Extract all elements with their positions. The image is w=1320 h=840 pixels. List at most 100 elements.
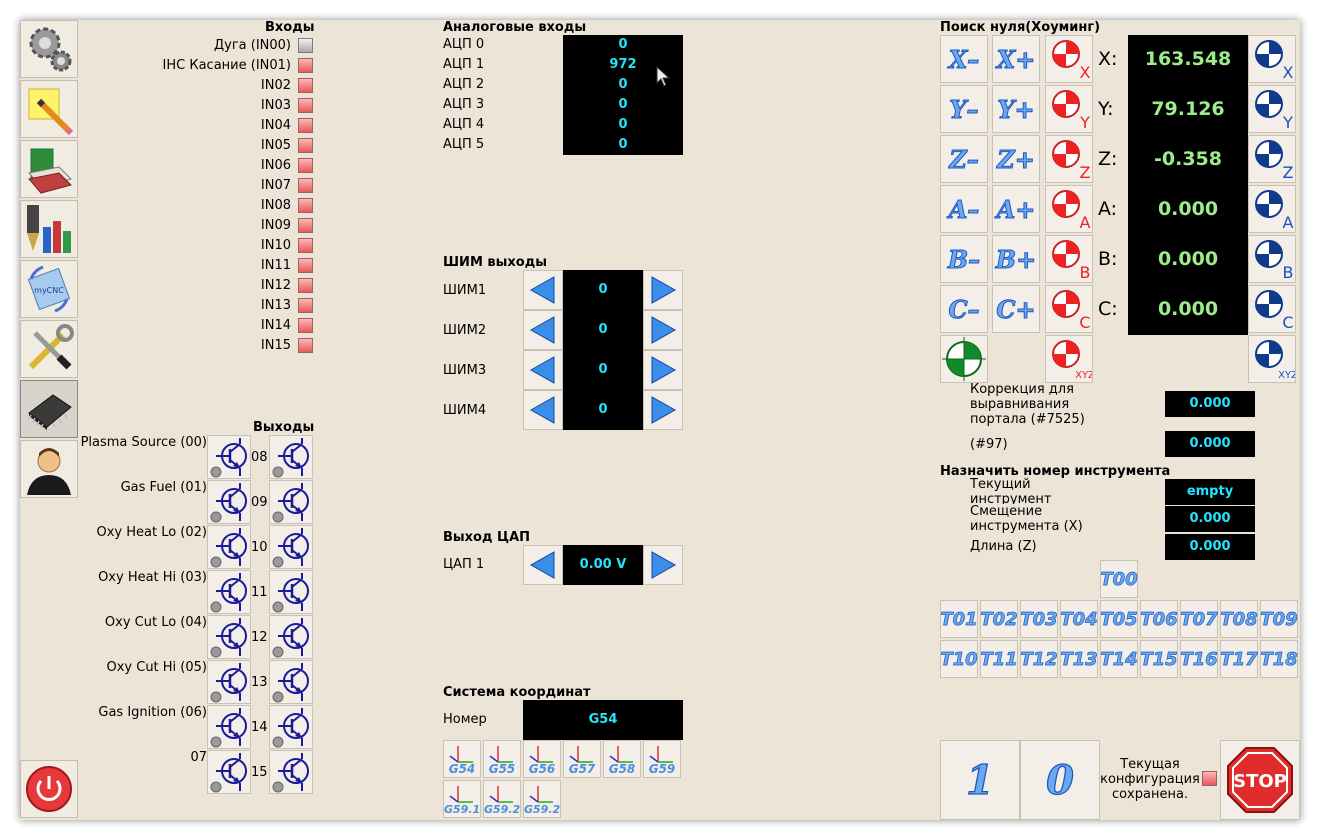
- pwm-increase-button[interactable]: [643, 310, 683, 350]
- analog-value: 0: [618, 97, 628, 112]
- output-toggle-button[interactable]: [207, 705, 251, 749]
- jog-plus-button[interactable]: X+: [992, 35, 1040, 83]
- dac-increase-button[interactable]: [643, 545, 683, 585]
- pwm-label: ШИМ1: [443, 283, 487, 298]
- output-toggle-button[interactable]: [207, 615, 251, 659]
- tool-select-button[interactable]: T09: [1260, 600, 1298, 638]
- jog-minus-button[interactable]: B–: [940, 235, 988, 283]
- output-toggle-button[interactable]: [269, 525, 313, 569]
- jog-minus-button[interactable]: Y–: [940, 85, 988, 133]
- tool-select-button[interactable]: T05: [1100, 600, 1138, 638]
- pwm-decrease-button[interactable]: [523, 350, 563, 390]
- tool-select-button[interactable]: T08: [1220, 600, 1258, 638]
- output-toggle-button[interactable]: [207, 750, 251, 794]
- pwm-decrease-button[interactable]: [523, 310, 563, 350]
- zero-axis-button[interactable]: A: [1248, 185, 1296, 233]
- jog-minus-button[interactable]: A–: [940, 185, 988, 233]
- output-toggle-button[interactable]: [269, 615, 313, 659]
- tool-select-button[interactable]: T02: [980, 600, 1018, 638]
- output-toggle-button[interactable]: [207, 435, 251, 479]
- stop-button[interactable]: STOP: [1220, 740, 1300, 820]
- coord-system-button[interactable]: G59.1: [443, 780, 481, 818]
- tool-select-button[interactable]: T14: [1100, 640, 1138, 678]
- output-toggle-button[interactable]: [269, 480, 313, 524]
- output-toggle-button[interactable]: [269, 750, 313, 794]
- home-axis-button[interactable]: B: [1045, 235, 1093, 283]
- input-label: IN06: [260, 158, 291, 173]
- output-toggle-button[interactable]: [207, 660, 251, 704]
- user-button[interactable]: [20, 440, 78, 498]
- output-toggle-button[interactable]: [269, 435, 313, 479]
- home-all-button[interactable]: XYZ: [1045, 335, 1093, 383]
- transistor-icon: [272, 663, 309, 703]
- pwm-increase-button[interactable]: [643, 390, 683, 430]
- svg-text:C: C: [1282, 313, 1293, 332]
- tool-select-button[interactable]: T01: [940, 600, 978, 638]
- analog-value: 972: [609, 57, 637, 72]
- home-axis-button[interactable]: Z: [1045, 135, 1093, 183]
- output-toggle-button[interactable]: [269, 570, 313, 614]
- jog-plus-button[interactable]: Y+: [992, 85, 1040, 133]
- output-toggle-button[interactable]: [207, 570, 251, 614]
- output-toggle-button[interactable]: [207, 525, 251, 569]
- tool-select-button[interactable]: T07: [1180, 600, 1218, 638]
- power-button[interactable]: [20, 760, 78, 818]
- set-zero-blue-target-icon: Y: [1255, 90, 1293, 132]
- dac-decrease-button[interactable]: [523, 545, 563, 585]
- input-led: [298, 78, 313, 93]
- zero-axis-button[interactable]: Z: [1248, 135, 1296, 183]
- jog-plus-button[interactable]: Z+: [992, 135, 1040, 183]
- dro-axis-value: 0.000: [1157, 198, 1219, 220]
- coord-system-button[interactable]: G57: [563, 740, 601, 778]
- jog-plus-button[interactable]: B+: [992, 235, 1040, 283]
- jog-minus-button[interactable]: Z–: [940, 135, 988, 183]
- tool-select-button[interactable]: T10: [940, 640, 978, 678]
- tool-button-t00[interactable]: T00: [1100, 560, 1138, 598]
- coord-system-button[interactable]: G55: [483, 740, 521, 778]
- tool-select-button[interactable]: T15: [1140, 640, 1178, 678]
- coord-system-button[interactable]: G59: [643, 740, 681, 778]
- jog-plus-button[interactable]: C+: [992, 285, 1040, 333]
- chip-button[interactable]: [20, 380, 78, 438]
- go-home-button[interactable]: [940, 335, 988, 383]
- zero-axis-button[interactable]: Y: [1248, 85, 1296, 133]
- transistor-icon: [210, 708, 247, 748]
- output-toggle-button[interactable]: [207, 480, 251, 524]
- output-toggle-button[interactable]: [269, 660, 313, 704]
- pwm-decrease-button[interactable]: [523, 390, 563, 430]
- tool-select-button[interactable]: T11: [980, 640, 1018, 678]
- coord-system-button[interactable]: G59.2: [523, 780, 561, 818]
- arrow-right-icon: [651, 551, 677, 579]
- coord-system-button[interactable]: G59.2: [483, 780, 521, 818]
- coord-system-button[interactable]: G54: [443, 740, 481, 778]
- input-row: IN11: [20, 256, 313, 276]
- tool-select-button[interactable]: T12: [1020, 640, 1058, 678]
- output-toggle-button[interactable]: [269, 705, 313, 749]
- home-axis-button[interactable]: A: [1045, 185, 1093, 233]
- pwm-increase-button[interactable]: [643, 350, 683, 390]
- tool-select-button[interactable]: T03: [1020, 600, 1058, 638]
- jog-minus-button[interactable]: C–: [940, 285, 988, 333]
- tool-select-button[interactable]: T13: [1060, 640, 1098, 678]
- home-axis-button[interactable]: Y: [1045, 85, 1093, 133]
- coord-system-button[interactable]: G58: [603, 740, 641, 778]
- pwm-decrease-button[interactable]: [523, 270, 563, 310]
- pwm-increase-button[interactable]: [643, 270, 683, 310]
- jog-minus-button[interactable]: X–: [940, 35, 988, 83]
- tool-select-button[interactable]: T04: [1060, 600, 1098, 638]
- coord-system-button[interactable]: G56: [523, 740, 561, 778]
- tool-select-button[interactable]: T18: [1260, 640, 1298, 678]
- tool-select-button[interactable]: T17: [1220, 640, 1258, 678]
- jog-plus-button[interactable]: A+: [992, 185, 1040, 233]
- button-zero[interactable]: 0: [1020, 740, 1100, 820]
- tool-select-button[interactable]: T16: [1180, 640, 1218, 678]
- zero-axis-button[interactable]: X: [1248, 35, 1296, 83]
- button-one[interactable]: 1: [940, 740, 1020, 820]
- zero-axis-button[interactable]: B: [1248, 235, 1296, 283]
- tool-select-button[interactable]: T06: [1140, 600, 1178, 638]
- home-axis-button[interactable]: X: [1045, 35, 1093, 83]
- home-axis-button[interactable]: C: [1045, 285, 1093, 333]
- zero-all-button[interactable]: XYZ: [1248, 335, 1296, 383]
- input-label: IN03: [260, 98, 291, 113]
- zero-axis-button[interactable]: C: [1248, 285, 1296, 333]
